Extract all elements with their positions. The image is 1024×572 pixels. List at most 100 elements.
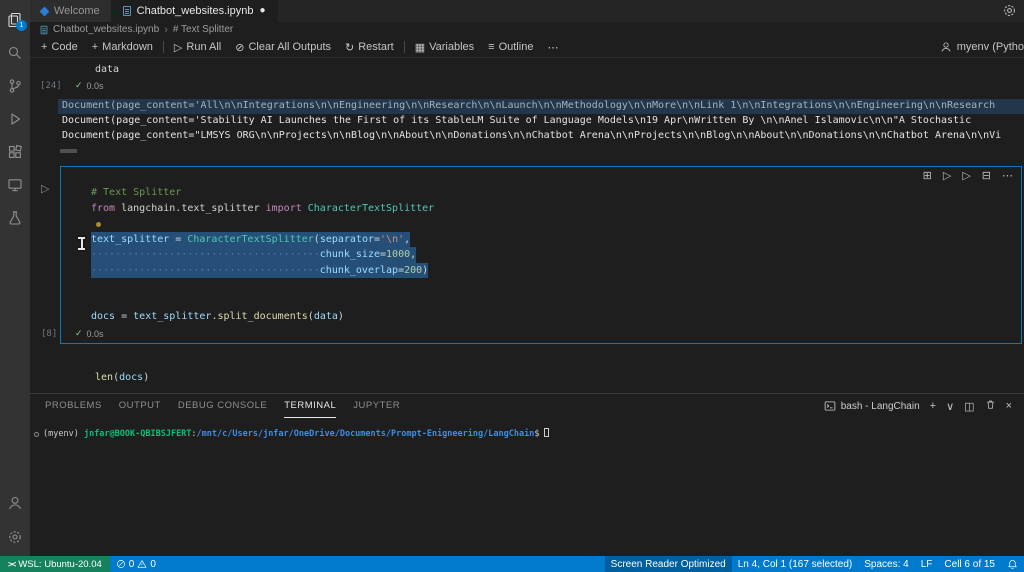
code-line-selected: ······································ch… (91, 263, 428, 279)
tab-output[interactable]: OUTPUT (119, 394, 161, 418)
tab-chatbot-notebook[interactable]: Chatbot_websites.ipynb ● (112, 0, 278, 22)
remote-label: WSL: Ubuntu-20.04 (18, 559, 101, 570)
outline-button[interactable]: ≡ Outline (481, 37, 540, 57)
execution-count: [24] (40, 81, 62, 91)
errors-count: 0 (129, 559, 135, 570)
add-markdown-cell-button[interactable]: + Markdown (85, 37, 160, 57)
remote-icon: >< (8, 560, 15, 569)
tab-jupyter[interactable]: JUPYTER (353, 394, 400, 418)
command-decoration-icon (34, 432, 39, 437)
testing-icon[interactable] (0, 201, 30, 234)
status-bar-right: Screen Reader Optimized Ln 4, Col 1 (167… (605, 556, 1024, 572)
cursor-position-label: Ln 4, Col 1 (167 selected) (738, 559, 853, 570)
output-line: Document(page_content='Stability AI Laun… (62, 115, 971, 126)
restart-kernel-button[interactable]: ↻ Restart (338, 37, 401, 57)
split-cell-icon[interactable]: ⊞ (923, 169, 932, 182)
code-line-selected: text_splitter = CharacterTextSplitter(se… (91, 232, 410, 248)
kernel-label: myenv (Pytho (957, 41, 1024, 53)
activity-bar-bottom (0, 489, 30, 551)
prompt-symbol: $ (534, 429, 539, 439)
account-small-icon (940, 41, 952, 53)
search-icon[interactable] (0, 36, 30, 69)
eol-status[interactable]: LF (915, 556, 939, 572)
notebook-file-icon (123, 6, 131, 16)
indentation-status[interactable]: Spaces: 4 (858, 556, 914, 572)
account-icon[interactable] (0, 489, 30, 517)
cell-position-status[interactable]: Cell 6 of 15 (938, 556, 1001, 572)
success-check-icon: ✓ (75, 80, 83, 91)
outline-label: Outline (499, 41, 534, 53)
run-all-button[interactable]: ▷ Run All (167, 37, 228, 57)
terminal-picker[interactable]: bash - LangChain (824, 400, 920, 412)
source-control-icon[interactable] (0, 69, 30, 102)
run-above-icon[interactable]: ▷ (943, 169, 951, 182)
code-action-dot-icon[interactable] (96, 222, 101, 227)
panel-tab-bar: PROBLEMS OUTPUT DEBUG CONSOLE TERMINAL J… (30, 394, 1024, 418)
errors-icon (116, 559, 126, 569)
execution-status: ✓ 0.0s (75, 328, 104, 339)
run-debug-icon[interactable] (0, 102, 30, 135)
screen-reader-label: Screen Reader Optimized (611, 559, 726, 570)
split-terminal-icon[interactable]: ◫ (964, 400, 974, 413)
variables-button[interactable]: ▦ Variables (408, 37, 481, 57)
remote-indicator[interactable]: >< WSL: Ubuntu-20.04 (0, 556, 110, 572)
run-all-label: Run All (186, 41, 221, 53)
output-horizontal-scrollbar[interactable] (60, 149, 77, 153)
terminal-cursor (544, 428, 549, 437)
titlebar-settings-icon[interactable] (1002, 3, 1017, 23)
add-markdown-label: Markdown (102, 41, 153, 53)
extensions-icon[interactable] (0, 135, 30, 168)
run-all-icon: ▷ (174, 41, 182, 54)
tab-welcome-label: Welcome (54, 5, 100, 17)
welcome-tab-icon (40, 6, 50, 16)
restart-icon: ↻ (345, 41, 354, 54)
problems-status[interactable]: 0 0 (110, 556, 162, 572)
kill-terminal-icon[interactable] (985, 399, 996, 413)
execution-status: ✓ 0.0s (75, 80, 104, 91)
explorer-badge: 1 (16, 20, 27, 31)
venv-prefix: (myenv) (43, 429, 84, 439)
remote-explorer-icon[interactable] (0, 168, 30, 201)
tab-welcome[interactable]: Welcome (30, 0, 112, 22)
cell-toolbar: ⊞ ▷ ▷ ⊟ ⋯ (923, 169, 1013, 182)
cursor-position-status[interactable]: Ln 4, Col 1 (167 selected) (732, 556, 859, 572)
breadcrumb-section[interactable]: # Text Splitter (173, 24, 233, 35)
tab-debug-console[interactable]: DEBUG CONSOLE (178, 394, 267, 418)
run-cell-button[interactable]: ▷ (41, 182, 49, 195)
more-actions-button[interactable]: ⋯ (540, 37, 565, 57)
execution-time: 0.0s (87, 329, 104, 339)
cell-code-area[interactable]: # Text Splitter from langchain.text_spli… (91, 185, 434, 325)
terminal-prompt: (myenv) jnfar@BOOK-QBIBSJFERT:/mnt/c/Use… (43, 428, 549, 440)
breadcrumb-file[interactable]: Chatbot_websites.ipynb (53, 24, 159, 35)
indentation-label: Spaces: 4 (864, 559, 908, 570)
editor-tab-bar: Welcome Chatbot_websites.ipynb ● (30, 0, 1024, 22)
vscode-window: 1 (0, 0, 1024, 572)
settings-gear-icon[interactable] (0, 523, 30, 551)
delete-cell-icon[interactable]: ⊟ (982, 169, 991, 182)
more-cell-actions-icon[interactable]: ⋯ (1002, 169, 1013, 182)
plus-icon: + (41, 41, 47, 53)
modified-dot-icon: ● (259, 6, 265, 16)
add-code-label: Code (51, 41, 77, 53)
data-cell-code[interactable]: data (95, 62, 119, 78)
terminal-content[interactable]: (myenv) jnfar@BOOK-QBIBSJFERT:/mnt/c/Use… (30, 418, 1024, 440)
terminal-picker-label: bash - LangChain (841, 401, 920, 412)
len-cell-code[interactable]: len(docs) (95, 370, 149, 386)
terminal-dropdown-icon[interactable]: ∨ (946, 400, 954, 413)
code-cell-selected[interactable]: ⊞ ▷ ▷ ⊟ ⋯ # Text Splitter from langchain… (60, 166, 1022, 344)
panel-actions: bash - LangChain + ∨ ◫ × (824, 394, 1024, 418)
close-panel-icon[interactable]: × (1006, 400, 1012, 412)
clear-all-outputs-button[interactable]: ⊘ Clear All Outputs (228, 37, 338, 57)
screen-reader-status[interactable]: Screen Reader Optimized (605, 556, 732, 572)
restart-label: Restart (358, 41, 393, 53)
tab-problems[interactable]: PROBLEMS (45, 394, 102, 418)
notifications-bell[interactable] (1001, 556, 1024, 572)
notebook-editor: data [24] ✓ 0.0s Document(page_content='… (30, 58, 1024, 393)
new-terminal-icon[interactable]: + (930, 400, 936, 412)
add-code-cell-button[interactable]: + Code (34, 37, 85, 57)
explorer-icon[interactable]: 1 (0, 3, 30, 36)
tab-terminal[interactable]: TERMINAL (284, 394, 336, 418)
kernel-picker[interactable]: myenv (Pytho (940, 41, 1024, 53)
run-below-icon[interactable]: ▷ (962, 169, 970, 182)
variables-label: Variables (429, 41, 474, 53)
